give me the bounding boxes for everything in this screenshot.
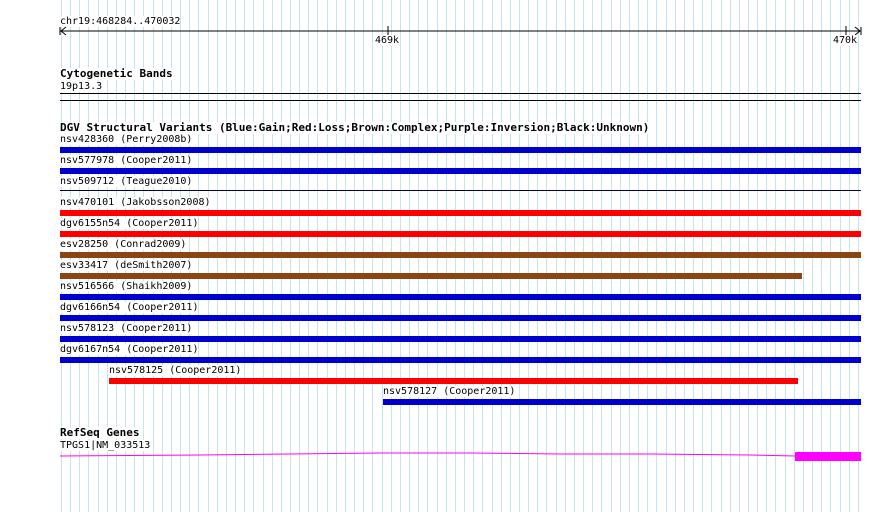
dgv-feature-label[interactable]: dgv6155n54 (Cooper2011): [60, 218, 199, 229]
refseq-gene-model[interactable]: [0, 448, 890, 468]
dgv-feature-label[interactable]: esv28250 (Conrad2009): [60, 239, 187, 250]
dgv-feature-label[interactable]: dgv6167n54 (Cooper2011): [60, 344, 199, 355]
dgv-track-title[interactable]: DGV Structural Variants (Blue:Gain;Red:L…: [60, 122, 650, 134]
dgv-feature-bar[interactable]: [383, 399, 861, 405]
dgv-feature-bar[interactable]: [60, 168, 861, 174]
dgv-feature-bar[interactable]: [60, 294, 861, 300]
dgv-feature-label[interactable]: esv33417 (deSmith2007): [60, 260, 193, 271]
dgv-feature-label[interactable]: nsv577978 (Cooper2011): [60, 155, 193, 166]
dgv-feature-label[interactable]: dgv6166n54 (Cooper2011): [60, 302, 199, 313]
cytoband-band-top: [60, 93, 861, 94]
dgv-feature-bar[interactable]: [60, 190, 861, 191]
dgv-feature-bar[interactable]: [60, 231, 861, 237]
dgv-feature-label[interactable]: nsv578127 (Cooper2011): [383, 386, 516, 397]
dgv-feature-label[interactable]: nsv428360 (Perry2008b): [60, 134, 193, 145]
dgv-feature-label[interactable]: nsv578125 (Cooper2011): [109, 365, 242, 376]
ruler: [59, 26, 862, 36]
refseq-track-title[interactable]: RefSeq Genes: [60, 427, 140, 439]
ruler-tick-470k: 470k: [833, 35, 858, 46]
dgv-feature-bar[interactable]: [109, 378, 798, 384]
dgv-feature-bar[interactable]: [60, 210, 861, 216]
dgv-feature-bar[interactable]: [60, 315, 861, 321]
dgv-feature-label[interactable]: nsv470101 (Jakobsson2008): [60, 197, 211, 208]
dgv-feature-bar[interactable]: [60, 147, 861, 153]
ruler-tick-469k: 469k: [375, 35, 400, 46]
dgv-feature-bar[interactable]: [60, 252, 861, 258]
cytoband-track-title[interactable]: Cytogenetic Bands: [60, 68, 173, 80]
dgv-feature-bar[interactable]: [60, 273, 802, 279]
genome-browser-view: chr19:468284..470032 469k 470k Cytogenet…: [0, 0, 890, 512]
dgv-feature-bar[interactable]: [60, 357, 861, 363]
cytoband-label: 19p13.3: [60, 81, 103, 92]
dgv-feature-label[interactable]: nsv509712 (Teague2010): [60, 176, 193, 187]
dgv-feature-label[interactable]: nsv578123 (Cooper2011): [60, 323, 193, 334]
dgv-feature-label[interactable]: nsv516566 (Shaikh2009): [60, 281, 193, 292]
dgv-feature-bar[interactable]: [60, 336, 861, 342]
cytoband-band-bottom: [60, 100, 861, 101]
